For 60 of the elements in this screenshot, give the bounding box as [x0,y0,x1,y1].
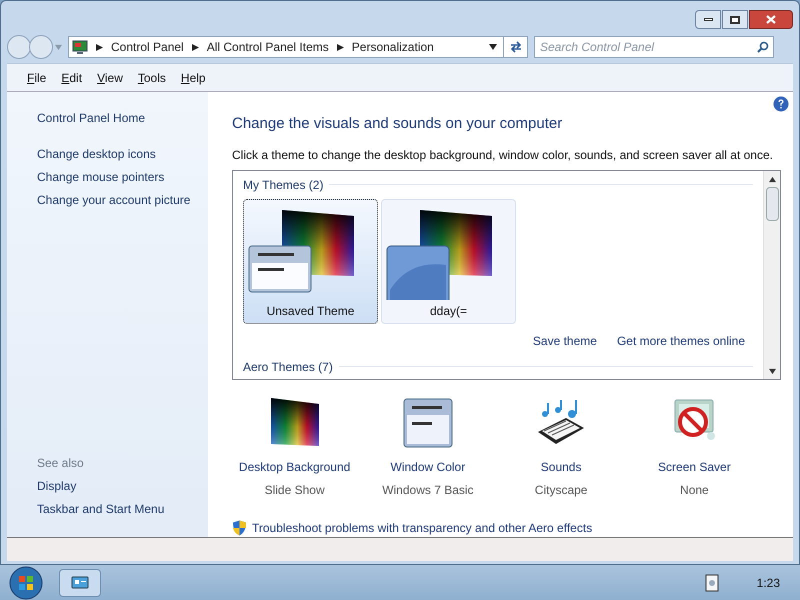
theme-link[interactable]: Get more themes online [616,332,745,350]
breadcrumb[interactable]: Control Panel [111,38,184,56]
breadcrumb-arrow-icon[interactable] [336,44,344,50]
setting-link[interactable]: Sounds [540,458,582,476]
sidebar-link[interactable]: Control Panel Home [37,107,204,130]
dropdown-arrow-icon[interactable] [489,43,497,51]
breadcrumb-arrow-icon[interactable] [96,44,103,50]
sidebar-link[interactable]: Display [37,475,204,498]
breadcrumb[interactable]: All Control Panel Items [206,38,329,56]
setting-value: Slide Show [264,482,325,498]
sidebar-link[interactable]: Change mouse pointers [37,166,204,189]
setting-link[interactable]: Window Color [390,458,466,476]
control-panel-icon [71,576,89,590]
menu-item[interactable]: Tools [138,68,166,86]
clock[interactable]: 1:23 [756,574,780,592]
window-icon[interactable] [402,398,453,448]
search-icon [757,41,769,53]
wallpaper-icon[interactable] [268,398,321,448]
troubleshoot-link[interactable]: Troubleshoot problems with transparency and other Aero effects [252,518,592,536]
setting-value: None [680,482,709,498]
scroll-down-icon[interactable] [768,368,776,374]
setting-value: Windows 7 Basic [382,482,474,498]
minimize-button[interactable] [695,10,721,29]
setting-link[interactable]: Screen Saver [658,458,731,476]
sidebar-link[interactable]: Change your account picture [37,189,204,212]
refresh-icon [508,41,522,53]
menu-item[interactable]: Edit [61,68,82,86]
theme-group-title: My Themes (2) [243,176,324,194]
notification-icon[interactable] [704,574,719,592]
sidebar-link[interactable]: Change desktop icons [37,143,204,166]
theme-tile[interactable]: dday(= [381,198,516,324]
scrollbar[interactable] [763,170,780,378]
maximize-button[interactable] [722,10,748,29]
close-icon [766,15,776,24]
shield-icon [232,520,247,536]
start-button[interactable] [8,566,44,600]
theme-link[interactable]: Save theme [532,332,597,350]
close-button[interactable] [749,10,793,29]
theme-tile[interactable]: Unsaved Theme [243,198,378,324]
menu-item[interactable]: Help [180,68,206,86]
page-heading: Change the visuals and sounds on your computer [232,114,564,134]
instruction-text: Click a theme to change the desktop background, window color, sounds, and screen saver all at once. [232,146,774,164]
address-bar[interactable]: Control Panel All Control Panel Items Personalization [68,36,528,58]
help-icon[interactable] [773,96,789,112]
setting-link[interactable]: Desktop Background [238,458,350,476]
theme-group-title: Aero Themes (7) [243,358,333,376]
see-also-title: See also [37,455,85,472]
setting-value: Cityscape [534,482,588,498]
sidebar-link[interactable]: Taskbar and Start Menu [37,498,204,521]
menu-item[interactable]: File [27,68,46,86]
scroll-thumb[interactable] [766,186,778,220]
scroll-up-icon[interactable] [768,176,776,182]
minimize-icon [704,18,712,21]
menu-item[interactable]: View [97,68,123,86]
search-field[interactable]: Search Control Panel [534,36,774,58]
taskbar-window-button[interactable] [59,568,101,596]
control-panel-icon [72,40,88,54]
restore-icon [730,16,740,24]
breadcrumb[interactable]: Personalization [352,38,434,56]
breadcrumb-arrow-icon[interactable] [192,44,199,50]
